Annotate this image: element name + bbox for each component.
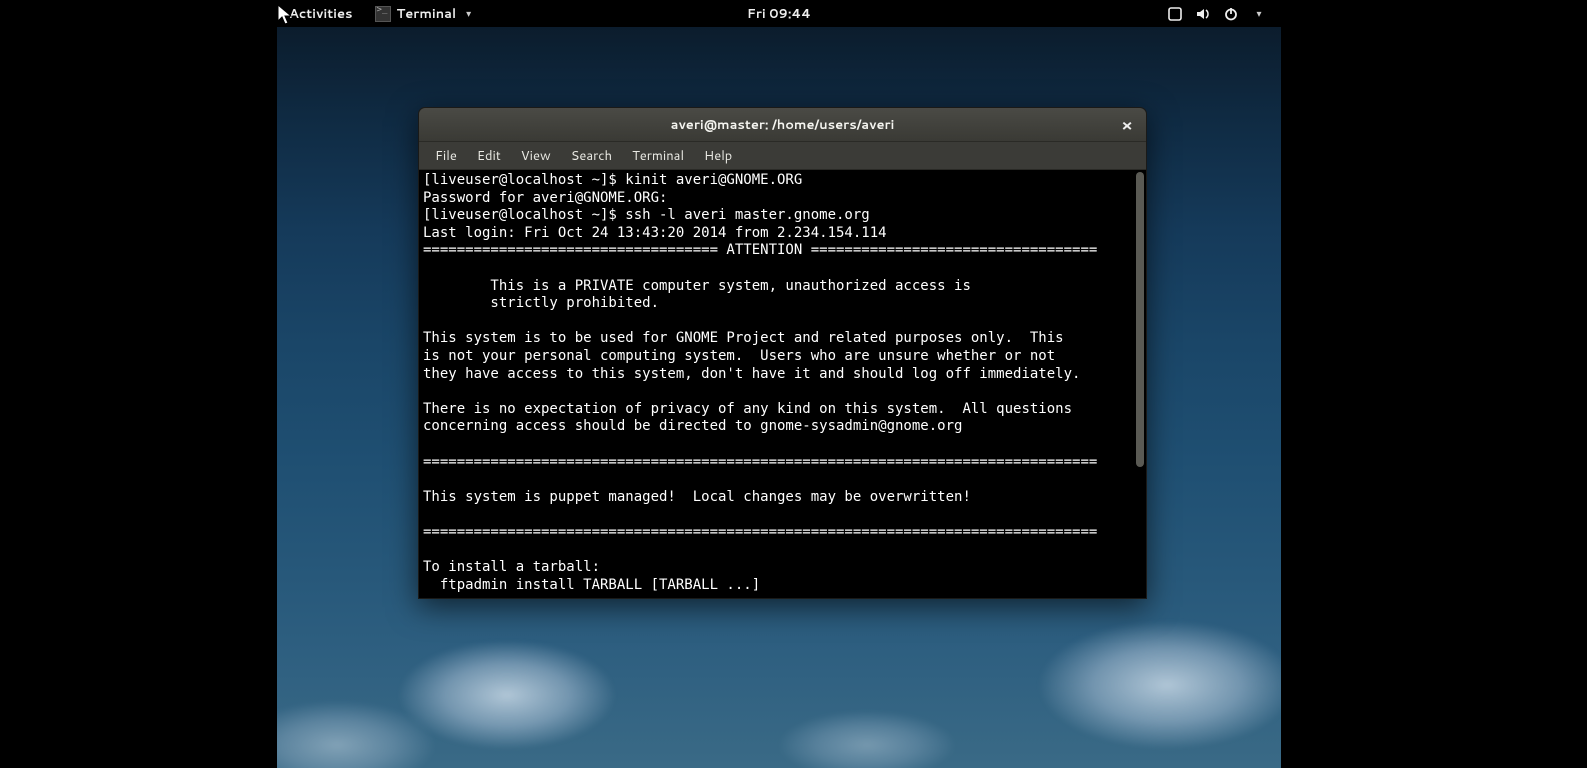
status-area[interactable]: ▾ [1167, 6, 1281, 22]
wallpaper-cloud [777, 710, 957, 768]
menu-search[interactable]: Search [561, 143, 622, 169]
menu-file[interactable]: File [425, 143, 467, 169]
window-titlebar[interactable]: averi@master: /home/users/averi × [419, 108, 1146, 142]
terminal-output: [liveuser@localhost ~]$ kinit averi@GNOM… [423, 172, 1142, 594]
clock-label: Fri 09:44 [747, 5, 811, 23]
terminal-app-icon [375, 6, 391, 22]
clock[interactable]: Fri 09:44 [747, 5, 811, 23]
menu-terminal[interactable]: Terminal [622, 143, 694, 169]
power-icon [1223, 6, 1239, 22]
app-menu-label: Terminal [397, 5, 457, 23]
menu-bar: File Edit View Search Terminal Help [419, 142, 1146, 170]
activities-label: Activities [289, 5, 353, 23]
wallpaper-cloud [1037, 620, 1281, 750]
volume-icon [1195, 6, 1211, 22]
chevron-down-icon: ▾ [466, 7, 471, 21]
menu-view[interactable]: View [511, 143, 561, 169]
terminal-viewport[interactable]: [liveuser@localhost ~]$ kinit averi@GNOM… [419, 170, 1146, 598]
chevron-down-icon: ▾ [1251, 6, 1267, 22]
window-close-button[interactable]: × [1116, 114, 1138, 136]
close-icon: × [1121, 114, 1132, 137]
top-bar: Activities Terminal ▾ Fri 09:44 ▾ [277, 0, 1281, 27]
menu-edit[interactable]: Edit [467, 143, 511, 169]
terminal-window: averi@master: /home/users/averi × File E… [418, 107, 1147, 599]
window-title: averi@master: /home/users/averi [671, 116, 895, 134]
accessibility-icon [1167, 6, 1183, 22]
menu-help[interactable]: Help [694, 143, 742, 169]
activities-button[interactable]: Activities [277, 0, 365, 27]
app-menu[interactable]: Terminal ▾ [365, 0, 482, 27]
desktop: Activities Terminal ▾ Fri 09:44 ▾ averi@… [277, 0, 1281, 768]
scrollbar-thumb[interactable] [1136, 172, 1144, 467]
